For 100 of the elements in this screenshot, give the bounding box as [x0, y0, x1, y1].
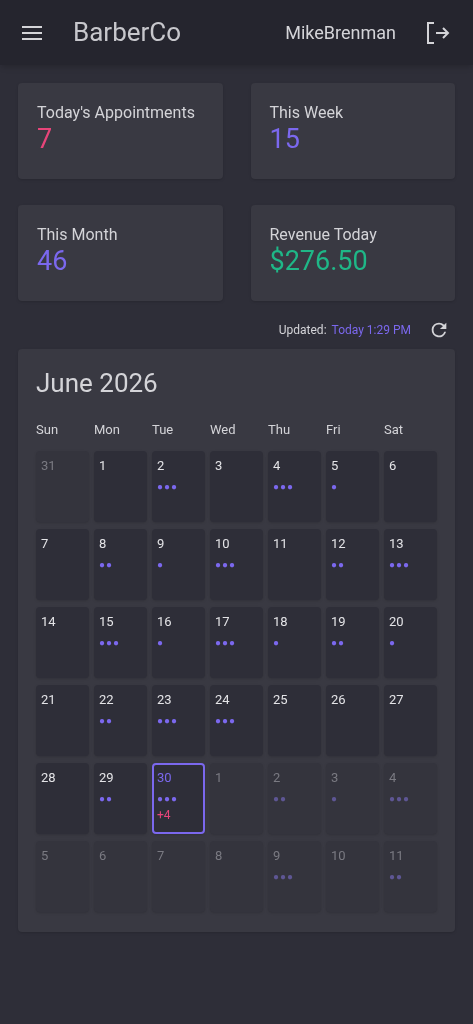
weekday-label: Mon [94, 421, 120, 439]
day-cell[interactable]: 23 ●●● [152, 684, 205, 756]
day-number: 5 [41, 846, 50, 865]
day-cell[interactable]: 17 ●●● [210, 606, 263, 678]
stat-label: Revenue Today [269, 225, 378, 245]
day-number: 15 [99, 612, 115, 631]
day-cell[interactable]: 15 ●●● [94, 606, 147, 678]
day-cell[interactable]: 6 [384, 450, 437, 522]
day-cell[interactable]: 12 ●● [326, 528, 379, 600]
appointment-dots: ●●● [389, 791, 411, 806]
day-cell[interactable]: 30 ●●● +4 [152, 762, 205, 834]
day-number: 9 [157, 534, 166, 553]
day-number: 1 [99, 456, 108, 475]
day-number: 17 [215, 612, 231, 631]
day-cell[interactable]: 4 ●●● [268, 450, 321, 522]
appointment-dots: ●● [331, 557, 346, 572]
day-number: 6 [99, 846, 108, 865]
day-number: 11 [389, 846, 405, 865]
appointment-dots: ● [389, 635, 397, 650]
appointment-dots: ●● [273, 791, 288, 806]
day-number: 2 [157, 456, 166, 475]
day-number: 11 [273, 534, 289, 553]
day-cell[interactable]: 10 ●●● [210, 528, 263, 600]
day-cell[interactable]: 11 [268, 528, 321, 600]
day-number: 25 [273, 690, 289, 709]
day-number: 7 [41, 534, 50, 553]
day-number: 19 [331, 612, 347, 631]
day-cell[interactable]: 16 ● [152, 606, 205, 678]
appointment-dots: ●●● [215, 713, 237, 728]
user-name: MikeBrenman [285, 21, 396, 45]
appointment-dots: ● [157, 557, 165, 572]
day-number: 3 [215, 456, 224, 475]
day-cell[interactable]: 18 ● [268, 606, 321, 678]
day-cell[interactable]: 28 [36, 762, 89, 834]
appointment-dots: ● [157, 635, 165, 650]
weekday-label: Sat [384, 421, 404, 439]
weekday-label: Fri [326, 421, 341, 439]
day-cell[interactable]: 25 [268, 684, 321, 756]
stat-label: This Week [269, 103, 344, 123]
appointment-dots: ●●● [157, 791, 179, 806]
appointment-dots: ●● [99, 557, 114, 572]
weekday-label: Tue [152, 421, 174, 439]
day-number: 28 [41, 768, 57, 787]
stat-label: This Month [37, 225, 119, 245]
day-cell[interactable]: 3 [210, 450, 263, 522]
day-cell[interactable]: 8 ●● [94, 528, 147, 600]
stat-value: 15 [269, 123, 301, 155]
day-cell[interactable]: 7 [36, 528, 89, 600]
day-number: 3 [331, 768, 340, 787]
stat-value: 46 [37, 245, 69, 277]
weekday-label: Wed [210, 421, 236, 439]
day-number: 20 [389, 612, 405, 631]
day-cell[interactable]: 22 ●● [94, 684, 147, 756]
day-cell[interactable]: 13 ●●● [384, 528, 437, 600]
stat-value: $276.50 [269, 245, 369, 277]
day-number: 12 [331, 534, 347, 553]
stat-label: Today's Appointments [37, 103, 196, 123]
day-number: 7 [157, 846, 166, 865]
day-number: 22 [99, 690, 115, 709]
day-cell[interactable]: 1 [94, 450, 147, 522]
day-number: 8 [99, 534, 108, 553]
appointment-dots: ●● [99, 713, 114, 728]
day-cell[interactable]: 2 ●●● [152, 450, 205, 522]
appointment-dots: ● [331, 479, 339, 494]
appointment-dots: ●●● [215, 635, 237, 650]
weekday-label: Sun [36, 421, 59, 439]
day-number: 5 [331, 456, 340, 475]
day-number: 6 [389, 456, 398, 475]
day-number: 9 [273, 846, 282, 865]
day-number: 27 [389, 690, 405, 709]
appointment-dots: ● [331, 791, 339, 806]
day-cell[interactable]: 19 ●● [326, 606, 379, 678]
appointment-dots: ●● [99, 791, 114, 806]
day-cell[interactable]: 24 ●●● [210, 684, 263, 756]
day-number: 24 [215, 690, 231, 709]
day-number: 2 [273, 768, 282, 787]
day-number: 31 [41, 456, 57, 475]
day-cell[interactable]: 20 ● [384, 606, 437, 678]
day-cell[interactable]: 9 ● [152, 528, 205, 600]
day-cell[interactable]: 27 [384, 684, 437, 756]
day-number: 18 [273, 612, 289, 631]
day-cell[interactable]: 5 ● [326, 450, 379, 522]
appointment-dots: ● [273, 635, 281, 650]
day-number: 26 [331, 690, 347, 709]
day-number: 4 [389, 768, 398, 787]
day-number: 4 [273, 456, 282, 475]
weekday-label: Thu [268, 421, 291, 439]
day-number: 8 [215, 846, 224, 865]
day-cell[interactable]: 26 [326, 684, 379, 756]
day-cell[interactable]: 29 ●● [94, 762, 147, 834]
day-number: 21 [41, 690, 57, 709]
day-cell[interactable]: 14 [36, 606, 89, 678]
day-number: 10 [215, 534, 231, 553]
day-cell[interactable]: 21 [36, 684, 89, 756]
appointment-dots: ●●● [215, 557, 237, 572]
appointment-dots: ●●● [273, 869, 295, 884]
app-title: BarberCo [73, 16, 182, 49]
appointment-dots: ●● [389, 869, 404, 884]
stat-value: 7 [37, 123, 54, 155]
day-number: 10 [331, 846, 347, 865]
